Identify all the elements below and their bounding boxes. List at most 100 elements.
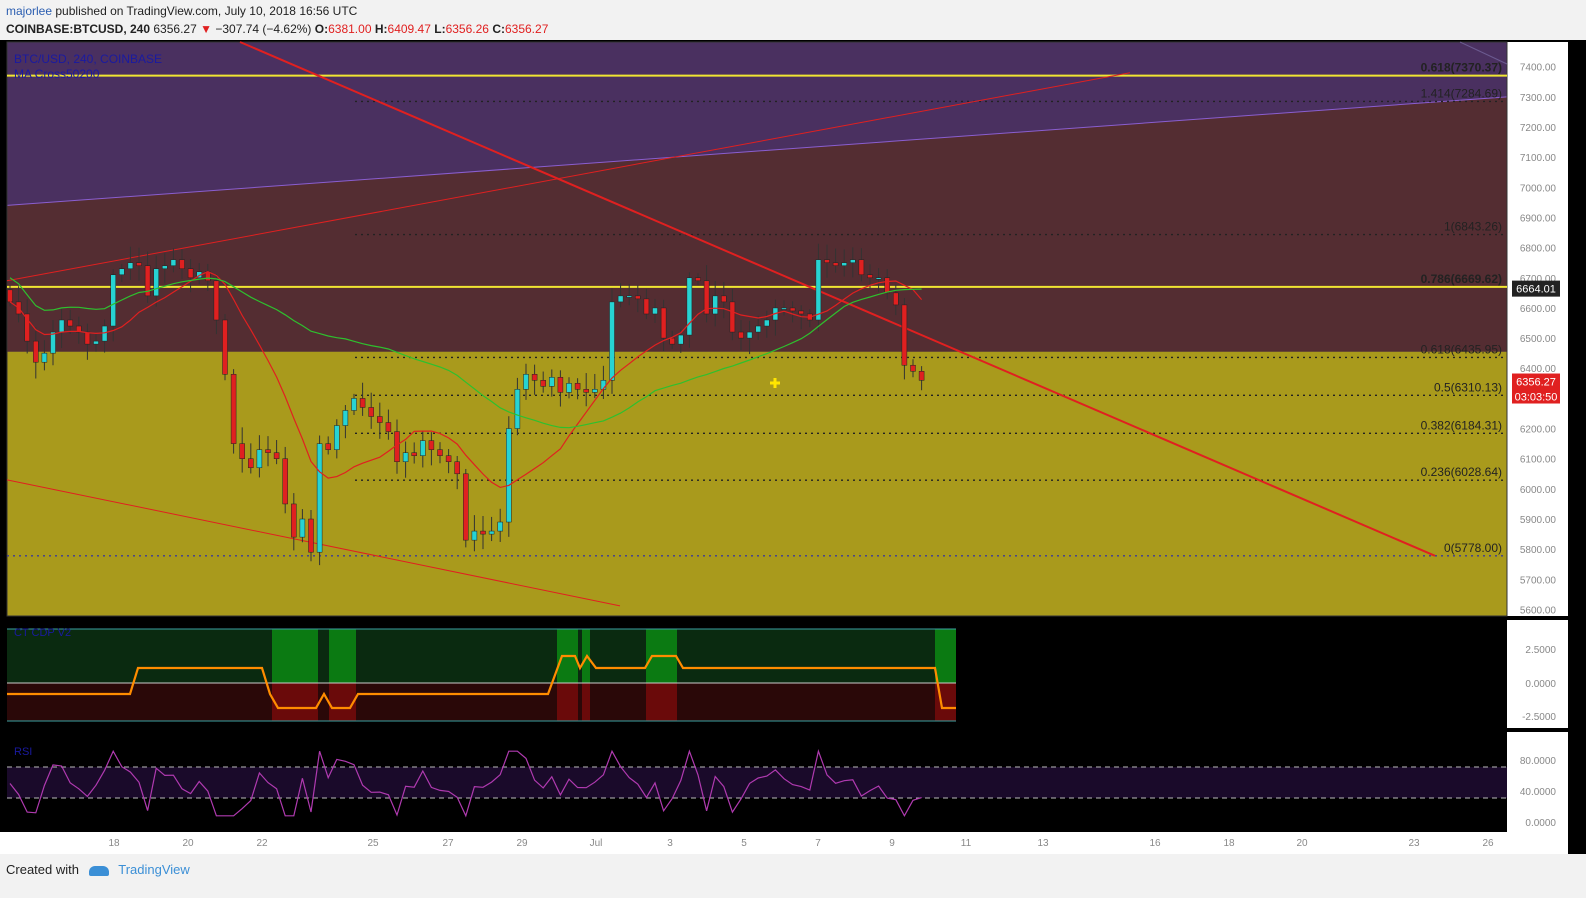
candle-body <box>454 461 460 475</box>
candle-body <box>213 280 220 321</box>
candle-body <box>695 277 701 282</box>
candle-body <box>729 301 736 333</box>
price-tick-label: 6900.00 <box>1520 213 1557 224</box>
candle-body <box>875 277 882 280</box>
candle-body <box>910 364 916 372</box>
candle-body <box>33 340 39 363</box>
candle-body <box>41 352 48 363</box>
candle-body <box>127 262 134 269</box>
fib-level-label: 1(6843.26) <box>1444 220 1502 234</box>
price-tick-label: 6600.00 <box>1520 304 1557 315</box>
candle-body <box>918 371 925 381</box>
candle-body <box>162 265 168 269</box>
candle-body <box>514 389 521 429</box>
time-tick-label: 18 <box>1223 838 1235 849</box>
candle-body <box>738 331 744 339</box>
cdp-tick-label: 2.5000 <box>1525 645 1556 656</box>
candle-body <box>858 259 865 276</box>
candle-body <box>592 389 598 393</box>
candle-body <box>789 307 796 312</box>
chart-canvas[interactable]: 1.414(7284.69) 1(6843.26) 0.618(6435.95) 0.… <box>0 0 1586 898</box>
candle-body <box>643 298 650 315</box>
candle-body <box>93 340 99 345</box>
candle-body <box>660 307 667 339</box>
candle-body <box>678 334 684 345</box>
cdp-red-block <box>582 683 590 721</box>
candle-body <box>523 374 529 390</box>
price-tick-label: 5800.00 <box>1520 545 1557 556</box>
price-tick-label: 7300.00 <box>1520 93 1557 104</box>
candle-body <box>540 380 546 387</box>
time-tick-label: 11 <box>961 838 972 849</box>
fib-major-label: 0.786(6669.62) <box>1421 272 1502 286</box>
main-legend-ma: MA Cross50200 <box>14 67 100 81</box>
candle-body <box>884 277 890 294</box>
cdp-tick-label: -2.5000 <box>1522 712 1556 723</box>
candle-body <box>7 289 13 303</box>
time-tick-label: 5 <box>741 838 747 849</box>
countdown-label: 03:03:50 <box>1515 392 1558 404</box>
candle-body <box>265 449 271 453</box>
candle-body <box>187 268 194 279</box>
candle-body <box>420 440 426 456</box>
cdp-red-block <box>557 683 578 721</box>
rsi-tick-label: 80.0000 <box>1520 756 1557 767</box>
candle-body <box>325 443 331 450</box>
tradingview-link[interactable]: TradingView <box>118 862 190 877</box>
candle-body <box>841 262 847 266</box>
price-tick-label: 5600.00 <box>1520 606 1557 617</box>
rsi-axis <box>1507 732 1568 832</box>
candle-body <box>712 295 718 315</box>
time-tick-label: 16 <box>1149 838 1161 849</box>
time-tick-label: 27 <box>442 838 454 849</box>
candle-body <box>239 443 245 459</box>
candle-body <box>170 259 177 266</box>
candle-body <box>488 530 495 535</box>
cdp-green-block <box>272 629 318 683</box>
cdp-green-block <box>329 629 356 683</box>
time-tick-label: 23 <box>1408 838 1420 849</box>
time-tick-label: 26 <box>1482 838 1494 849</box>
candle-body <box>686 277 693 336</box>
price-tick-label: 5900.00 <box>1520 515 1557 526</box>
candle-body <box>385 422 392 432</box>
candle-body <box>58 319 65 333</box>
candle-body <box>308 518 314 553</box>
candle-body <box>153 268 159 297</box>
cdp-title: CT CDP V2 <box>14 627 71 639</box>
candle-body <box>437 449 443 456</box>
candle-body <box>84 331 91 345</box>
candle-body <box>67 319 73 327</box>
footer-band <box>0 854 1586 898</box>
time-tick-label: Jul <box>590 838 603 849</box>
candle-body <box>867 274 873 279</box>
candle-body <box>101 325 108 342</box>
fib-level-label: 1.414(7284.69) <box>1421 86 1502 100</box>
candle-body <box>471 530 478 541</box>
price-tick-label: 6000.00 <box>1520 485 1557 496</box>
time-tick-label: 20 <box>1296 838 1308 849</box>
candle-body <box>626 295 632 298</box>
candle-body <box>428 440 435 450</box>
candle-body <box>110 274 116 327</box>
time-tick-label: 9 <box>889 838 895 849</box>
candle-body <box>248 458 254 469</box>
candle-body <box>506 428 512 523</box>
time-tick-label: 13 <box>1037 838 1049 849</box>
candle-body <box>299 518 306 538</box>
cdp-red-block <box>272 683 318 721</box>
candle-body <box>635 295 641 300</box>
price-tick-label: 6800.00 <box>1520 244 1557 255</box>
candle-body <box>609 301 615 381</box>
candle-body <box>411 452 417 456</box>
candle-body <box>652 307 658 315</box>
candle-body <box>402 452 409 462</box>
fib-level-label: 0.236(6028.64) <box>1421 465 1502 479</box>
rsi-band <box>7 767 1507 798</box>
price-tick-label: 7000.00 <box>1520 183 1557 194</box>
current-price-label: 6356.27 <box>1516 377 1556 389</box>
time-axis <box>0 832 1568 854</box>
candle-body <box>316 443 323 553</box>
footer: Created with TradingView <box>6 862 190 877</box>
cdp-red-block <box>329 683 356 721</box>
